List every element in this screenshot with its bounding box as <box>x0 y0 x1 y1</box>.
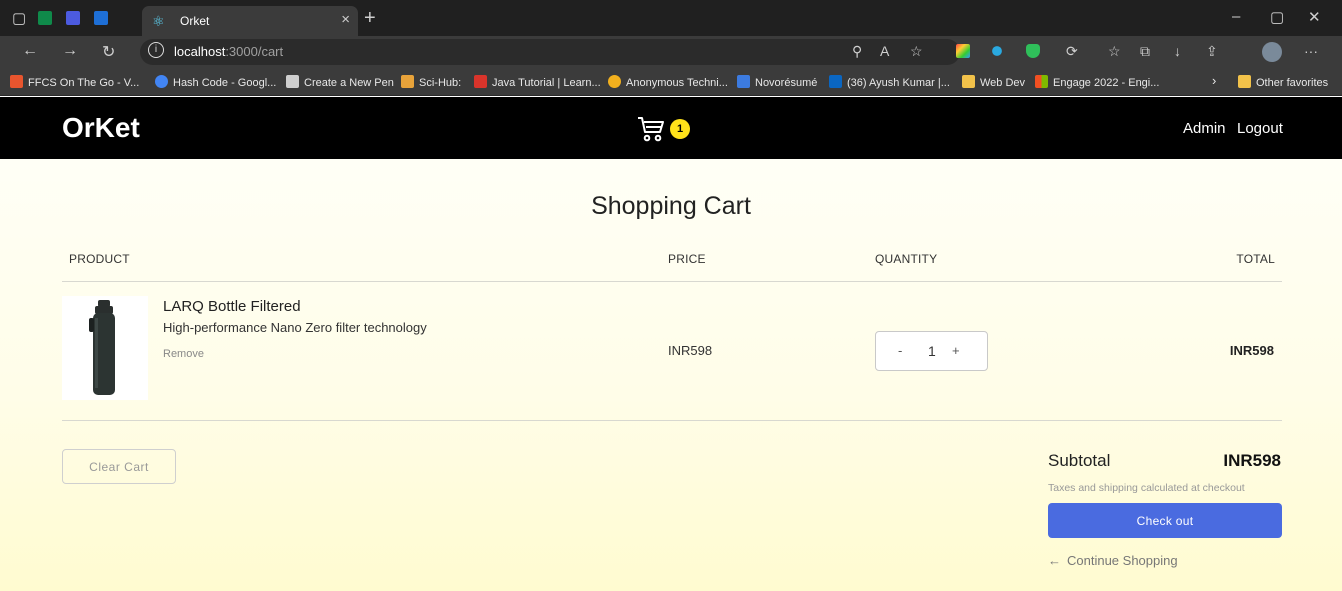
more-menu-icon[interactable]: ··· <box>1304 43 1318 59</box>
close-window-icon[interactable]: ✕ <box>1308 8 1321 26</box>
downloads-icon[interactable]: ↓ <box>1174 43 1181 59</box>
column-header-price: PRICE <box>668 252 706 266</box>
item-price: INR598 <box>668 343 713 358</box>
bookmarks-overflow-icon[interactable]: › <box>1212 73 1216 88</box>
bookmark-item[interactable]: Novorésumé <box>737 75 817 89</box>
quantity-stepper: - 1 + <box>875 331 988 371</box>
extension-icon[interactable]: ⟳ <box>1066 43 1078 60</box>
product-image[interactable] <box>62 296 148 400</box>
site-info-icon[interactable]: i <box>148 42 164 58</box>
pinned-tab-icon[interactable] <box>66 11 80 25</box>
url-field[interactable]: i localhost:3000/cart <box>140 39 960 65</box>
extension-icon[interactable] <box>956 44 970 58</box>
share-icon[interactable]: ⇪ <box>1206 43 1218 60</box>
remove-item-button[interactable]: Remove <box>163 348 204 360</box>
logout-link[interactable]: Logout <box>1237 120 1283 137</box>
restore-icon[interactable]: ▢ <box>1270 8 1284 26</box>
bookmark-item[interactable]: Anonymous Techni... <box>608 75 728 89</box>
active-tab[interactable]: ⚛ Orket × <box>142 6 358 36</box>
item-total: INR598 <box>1229 343 1274 358</box>
linkedin-icon <box>829 75 842 88</box>
subtotal-value: INR598 <box>1223 451 1281 470</box>
key-icon[interactable]: ⚲ <box>852 43 862 60</box>
bookmark-favicon-icon <box>401 75 414 88</box>
bookmark-favicon-icon <box>608 75 621 88</box>
google-icon <box>155 75 168 88</box>
bookmark-favicon-icon <box>10 75 23 88</box>
checkout-button[interactable]: Check out <box>1048 503 1282 538</box>
tab-actions-icon[interactable]: ▢ <box>12 9 26 27</box>
forward-icon[interactable]: → <box>62 42 78 60</box>
bookmark-favicon-icon <box>737 75 750 88</box>
bookmark-item[interactable]: Engage 2022 - Engi... <box>1035 75 1159 89</box>
url-path: :3000/cart <box>225 44 284 59</box>
arrow-left-icon: ← <box>1048 553 1061 568</box>
address-bar-row: ← → ↻ i localhost:3000/cart ⚲ A ☆ ⟳ ☆ ⧉ … <box>0 36 1342 68</box>
column-header-product: PRODUCT <box>69 252 130 266</box>
product-name[interactable]: LARQ Bottle Filtered <box>163 298 301 315</box>
bookmark-item[interactable]: Hash Code - Googl... <box>155 75 276 89</box>
other-favorites-folder[interactable]: Other favorites <box>1238 75 1328 89</box>
bookmark-item[interactable]: (36) Ayush Kumar |... <box>829 75 950 89</box>
tax-note: Taxes and shipping calculated at checkou… <box>1048 482 1245 494</box>
column-header-total: TOTAL <box>1236 252 1275 266</box>
cart-count-badge: 1 <box>670 119 690 139</box>
folder-icon <box>962 75 975 88</box>
cart-page: Shopping Cart PRODUCT PRICE QUANTITY TOT… <box>0 159 1342 591</box>
continue-shopping-label: Continue Shopping <box>1067 553 1178 568</box>
divider <box>62 281 1282 282</box>
folder-icon <box>1238 75 1251 88</box>
refresh-icon[interactable]: ↻ <box>102 42 115 62</box>
increment-button[interactable]: + <box>952 343 960 358</box>
tab-title: Orket <box>180 14 210 28</box>
site-logo[interactable]: OrKet <box>62 112 140 144</box>
back-icon[interactable]: ← <box>22 42 38 60</box>
app-header: OrKet 1 Admin Logout <box>0 97 1342 159</box>
cart-icon[interactable] <box>636 114 666 144</box>
bookmarks-bar: FFCS On The Go - V... Hash Code - Googl.… <box>0 68 1342 96</box>
react-icon: ⚛ <box>152 13 165 29</box>
collections-icon[interactable]: ⧉ <box>1140 43 1150 60</box>
read-aloud-icon[interactable]: A <box>880 43 889 59</box>
column-header-quantity: QUANTITY <box>875 252 938 266</box>
bookmark-item[interactable]: FFCS On The Go - V... <box>10 75 139 89</box>
decrement-button[interactable]: - <box>898 343 902 358</box>
microsoft-icon <box>1035 75 1048 88</box>
clear-cart-button[interactable]: Clear Cart <box>62 449 176 484</box>
profile-avatar[interactable] <box>1262 42 1282 62</box>
favorites-icon[interactable]: ☆ <box>1108 43 1121 60</box>
admin-link[interactable]: Admin <box>1183 120 1226 137</box>
product-description: High-performance Nano Zero filter techno… <box>163 320 427 335</box>
subtotal-label: Subtotal <box>1048 451 1111 470</box>
close-tab-icon[interactable]: × <box>341 11 350 28</box>
extension-icon[interactable] <box>992 46 1002 56</box>
browser-tab-bar: ▢ ⚛ Orket × + – ▢ ✕ <box>0 0 1342 36</box>
minimize-icon[interactable]: – <box>1232 8 1240 25</box>
bookmark-folder[interactable]: Web Dev <box>962 75 1025 89</box>
bookmark-item[interactable]: Create a New Pen <box>286 75 394 89</box>
continue-shopping-link[interactable]: ← Continue Shopping <box>1048 553 1178 568</box>
divider <box>62 420 1282 421</box>
new-tab-icon[interactable]: + <box>364 7 376 30</box>
page-title: Shopping Cart <box>591 192 751 220</box>
shield-extension-icon[interactable] <box>1026 44 1040 58</box>
bookmark-item[interactable]: Java Tutorial | Learn... <box>474 75 601 89</box>
url-host: localhost <box>174 44 226 59</box>
bookmark-item[interactable]: Sci-Hub: <box>401 75 461 89</box>
codepen-icon <box>286 75 299 88</box>
favorite-star-icon[interactable]: ☆ <box>910 43 923 60</box>
bookmark-favicon-icon <box>474 75 487 88</box>
quantity-value: 1 <box>928 343 936 359</box>
pinned-tab-icon[interactable] <box>94 11 108 25</box>
pinned-tab-icon[interactable] <box>38 11 52 25</box>
